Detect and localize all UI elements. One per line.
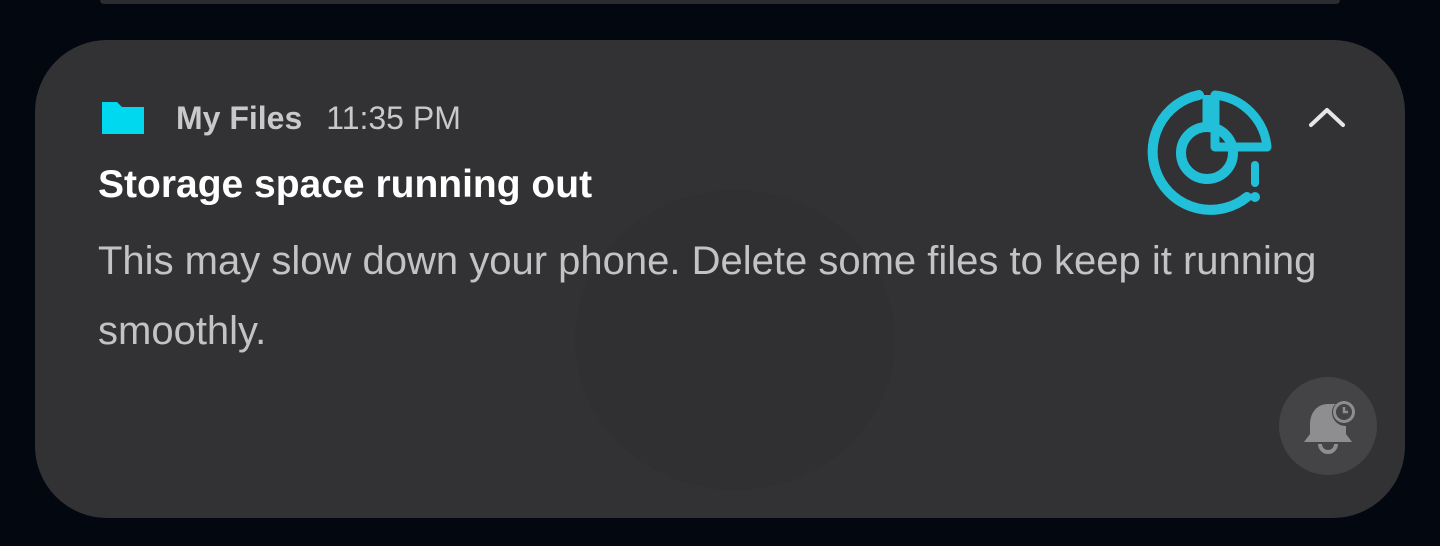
previous-notification-edge [100,0,1340,4]
notification-header: My Files 11:35 PM [100,96,461,140]
app-name: My Files [176,99,303,136]
chevron-up-icon [1309,108,1345,127]
notification-body: This may slow down your phone. Delete so… [98,239,1317,353]
notification-title: Storage space running out [98,163,593,206]
storage-warning-icon [1143,87,1275,219]
folder-icon [100,100,146,136]
collapse-button[interactable] [1297,92,1357,142]
snooze-bell-icon [1304,401,1355,454]
notification-card[interactable]: My Files 11:35 PM Storage space running … [35,40,1405,518]
snooze-button[interactable] [1279,377,1377,475]
notification-time: 11:35 PM [326,99,461,136]
